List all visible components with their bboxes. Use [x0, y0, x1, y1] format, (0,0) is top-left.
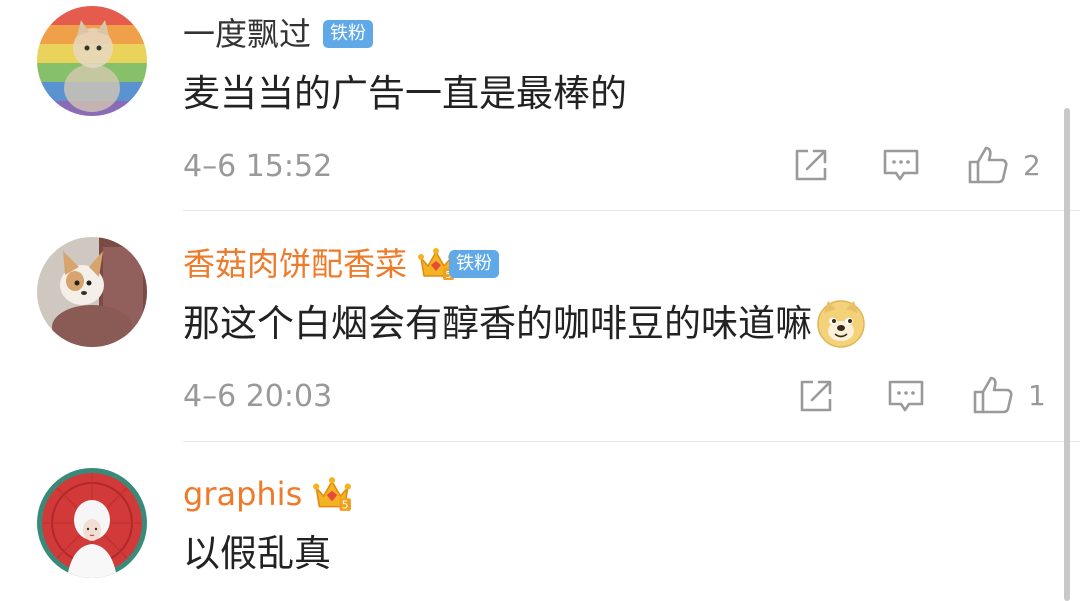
timestamp: 4–6 20:03 — [183, 379, 333, 414]
comment-text: 麦当当的广告一直是最棒的 — [183, 69, 627, 119]
timestamp: 4–6 15:52 — [183, 149, 333, 184]
comment-item: 香菇肉饼配香菜 5 铁粉 那这个白烟会有醇香的咖啡豆的味道嘛 4–6 20:03… — [0, 211, 1080, 442]
avatar[interactable] — [37, 6, 147, 116]
avatar[interactable] — [37, 468, 147, 578]
like-button[interactable]: 2 — [967, 144, 1041, 186]
comment-icon — [883, 149, 919, 181]
username[interactable]: graphis — [183, 472, 302, 516]
comment-item: graphis 5 以假乱真 — [0, 442, 1080, 601]
username[interactable]: 香菇肉饼配香菜 — [183, 242, 407, 286]
corgi-puppy-avatar — [37, 237, 147, 347]
comment-text-content: 那这个白烟会有醇香的咖啡豆的味道嘛 — [183, 302, 812, 345]
doge-emoji — [817, 300, 865, 348]
reply-button[interactable] — [882, 148, 920, 184]
comment-icon — [888, 380, 924, 412]
thumbs-up-icon — [973, 376, 1013, 414]
bride-umbrella-avatar — [37, 468, 147, 578]
crown-icon: 5 — [313, 477, 352, 512]
share-button[interactable] — [797, 377, 835, 415]
thumbs-up-icon — [968, 146, 1008, 184]
vip-fan-badge: 5 铁粉 — [417, 246, 500, 282]
name-row: 香菇肉饼配香菜 5 铁粉 — [183, 242, 500, 286]
comment-text: 以假乱真 — [183, 529, 331, 579]
share-icon — [800, 380, 832, 412]
share-icon — [795, 149, 827, 181]
name-row: 一度飘过 铁粉 — [183, 12, 374, 56]
vip-level: 5 — [342, 500, 349, 512]
comment-text-content: 以假乱真 — [183, 532, 331, 575]
avatar[interactable] — [37, 237, 147, 347]
comment-item: 一度飘过 铁粉 麦当当的广告一直是最棒的 4–6 15:52 2 — [0, 0, 1080, 211]
like-count: 1 — [1028, 378, 1046, 412]
scrollbar[interactable] — [1064, 108, 1070, 601]
share-button[interactable] — [792, 146, 830, 184]
fan-badge: 铁粉 — [323, 20, 374, 48]
rainbow-cat-avatar — [37, 6, 147, 116]
like-count: 2 — [1023, 148, 1041, 182]
reply-button[interactable] — [887, 379, 925, 415]
like-button[interactable]: 1 — [972, 374, 1046, 416]
comment-text: 那这个白烟会有醇香的咖啡豆的味道嘛 — [183, 299, 866, 349]
fan-badge: 铁粉 — [449, 250, 500, 278]
username[interactable]: 一度飘过 — [183, 12, 311, 56]
name-row: graphis 5 — [183, 472, 352, 516]
comment-text-content: 麦当当的广告一直是最棒的 — [183, 72, 627, 115]
